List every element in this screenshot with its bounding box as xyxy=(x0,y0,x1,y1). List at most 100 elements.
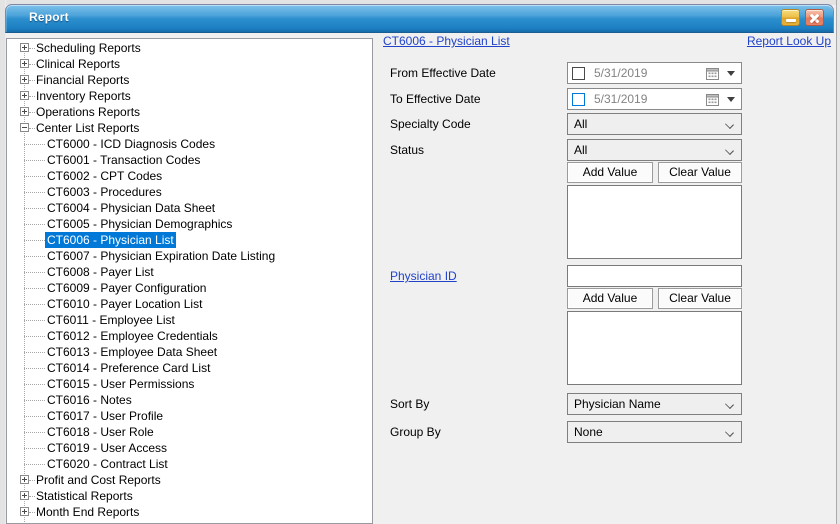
chevron-down-icon xyxy=(725,428,734,437)
tree-connector-stub xyxy=(24,464,45,465)
tree-item[interactable]: CT6008 - Payer List xyxy=(45,264,156,280)
tree-item[interactable]: Operations Reports xyxy=(34,104,142,120)
group-by-label: Group By xyxy=(390,425,441,439)
calendar-icon[interactable] xyxy=(706,93,719,106)
tree-row: Scheduling Reports xyxy=(7,40,372,56)
tree-connector-stub xyxy=(24,448,45,449)
from-date-value: 5/31/2019 xyxy=(594,66,647,80)
tree-row: CT6016 - Notes xyxy=(7,392,372,408)
from-date-checkbox[interactable] xyxy=(572,67,585,80)
chevron-down-icon xyxy=(725,146,734,155)
tree-row: Inventory Reports xyxy=(7,88,372,104)
tree-item[interactable]: CT6018 - User Role xyxy=(45,424,156,440)
specialty-code-select[interactable]: All xyxy=(567,113,742,135)
chevron-down-icon xyxy=(725,400,734,409)
title-bar: Report xyxy=(5,4,834,33)
tree-connector-stub xyxy=(24,288,45,289)
tree-item[interactable]: Profit and Cost Reports xyxy=(34,472,163,488)
status-select[interactable]: All xyxy=(567,139,742,161)
physician-id-button-row: Add Value Clear Value xyxy=(567,288,742,309)
tree-item[interactable]: CT6019 - User Access xyxy=(45,440,169,456)
to-effective-date-field[interactable]: 5/31/2019 xyxy=(567,88,742,110)
tree-item[interactable]: CT6000 - ICD Diagnosis Codes xyxy=(45,136,217,152)
date-dropdown-arrow-icon[interactable] xyxy=(727,97,735,102)
report-lookup-link[interactable]: Report Look Up xyxy=(747,34,831,48)
tree-item[interactable]: Month End Reports xyxy=(34,504,141,520)
tree-item[interactable]: CT6014 - Preference Card List xyxy=(45,360,212,376)
tree-item[interactable]: CT6001 - Transaction Codes xyxy=(45,152,202,168)
tree-item[interactable]: Scheduling Reports xyxy=(34,40,143,56)
tree-row: CT6011 - Employee List xyxy=(7,312,372,328)
minimize-button[interactable] xyxy=(781,9,800,26)
tree-row: CT6008 - Payer List xyxy=(7,264,372,280)
tree-item[interactable]: Data Exports xyxy=(34,520,107,524)
date-dropdown-arrow-icon[interactable] xyxy=(727,71,735,76)
status-clear-value-button[interactable]: Clear Value xyxy=(658,162,742,183)
tree-connector-stub xyxy=(24,432,45,433)
report-title-link[interactable]: CT6006 - Physician List xyxy=(383,34,510,48)
tree-item[interactable]: CT6004 - Physician Data Sheet xyxy=(45,200,217,216)
tree-item[interactable]: CT6013 - Employee Data Sheet xyxy=(45,344,219,360)
calendar-icon[interactable] xyxy=(706,67,719,80)
window-title: Report xyxy=(29,10,69,24)
tree-connector-stub xyxy=(24,336,45,337)
tree-item[interactable]: CT6011 - Employee List xyxy=(45,312,177,328)
tree-connector-stub xyxy=(24,368,45,369)
status-button-row: Add Value Clear Value xyxy=(567,162,742,183)
report-window: { "window": { "title": "Report" }, "colo… xyxy=(0,0,840,524)
tree-row: Center List Reports xyxy=(7,120,372,136)
close-button[interactable] xyxy=(805,9,824,26)
tree-item[interactable]: CT6006 - Physician List xyxy=(45,232,176,248)
tree-item[interactable]: CT6009 - Payer Configuration xyxy=(45,280,208,296)
tree-row: CT6003 - Procedures xyxy=(7,184,372,200)
tree-row: CT6019 - User Access xyxy=(7,440,372,456)
expand-icon[interactable] xyxy=(20,507,29,516)
tree-item[interactable]: CT6017 - User Profile xyxy=(45,408,165,424)
tree-connector-stub xyxy=(24,272,45,273)
group-by-value: None xyxy=(574,425,603,439)
physician-id-link[interactable]: Physician ID xyxy=(390,269,457,283)
tree-item[interactable]: CT6015 - User Permissions xyxy=(45,376,196,392)
sort-by-value: Physician Name xyxy=(574,397,661,411)
tree-row: CT6006 - Physician List xyxy=(7,232,372,248)
expand-icon[interactable] xyxy=(20,75,29,84)
tree-connector-stub xyxy=(24,400,45,401)
collapse-icon[interactable] xyxy=(20,123,29,132)
tree-item[interactable]: CT6002 - CPT Codes xyxy=(45,168,164,184)
tree-item[interactable]: CT6010 - Payer Location List xyxy=(45,296,204,312)
tree-item[interactable]: Center List Reports xyxy=(34,120,141,136)
sort-by-select[interactable]: Physician Name xyxy=(567,393,742,415)
status-value: All xyxy=(574,143,587,157)
expand-icon[interactable] xyxy=(20,475,29,484)
tree-item[interactable]: CT6016 - Notes xyxy=(45,392,134,408)
tree-connector-stub xyxy=(24,304,45,305)
tree-item[interactable]: Inventory Reports xyxy=(34,88,133,104)
expand-icon[interactable] xyxy=(20,43,29,52)
to-date-checkbox[interactable] xyxy=(572,93,585,106)
physician-add-value-button[interactable]: Add Value xyxy=(567,288,653,309)
to-date-value: 5/31/2019 xyxy=(594,92,647,106)
group-by-select[interactable]: None xyxy=(567,421,742,443)
tree-row: Month End Reports xyxy=(7,504,372,520)
tree-item[interactable]: Statistical Reports xyxy=(34,488,135,504)
tree-item[interactable]: Clinical Reports xyxy=(34,56,122,72)
physician-clear-value-button[interactable]: Clear Value xyxy=(658,288,742,309)
expand-icon[interactable] xyxy=(20,491,29,500)
expand-icon[interactable] xyxy=(20,59,29,68)
status-value-list[interactable] xyxy=(567,185,742,259)
tree-row: CT6015 - User Permissions xyxy=(7,376,372,392)
expand-icon[interactable] xyxy=(20,91,29,100)
physician-id-value-list[interactable] xyxy=(567,311,742,385)
tree-item[interactable]: CT6012 - Employee Credentials xyxy=(45,328,220,344)
tree-item[interactable]: CT6020 - Contract List xyxy=(45,456,170,472)
expand-icon[interactable] xyxy=(20,107,29,116)
sort-by-label: Sort By xyxy=(390,397,429,411)
tree-connector-stub xyxy=(24,352,45,353)
tree-item[interactable]: CT6007 - Physician Expiration Date Listi… xyxy=(45,248,277,264)
status-add-value-button[interactable]: Add Value xyxy=(567,162,653,183)
tree-item[interactable]: CT6005 - Physician Demographics xyxy=(45,216,234,232)
tree-item[interactable]: CT6003 - Procedures xyxy=(45,184,164,200)
physician-id-input[interactable] xyxy=(567,265,742,287)
tree-item[interactable]: Financial Reports xyxy=(34,72,131,88)
from-effective-date-field[interactable]: 5/31/2019 xyxy=(567,62,742,84)
